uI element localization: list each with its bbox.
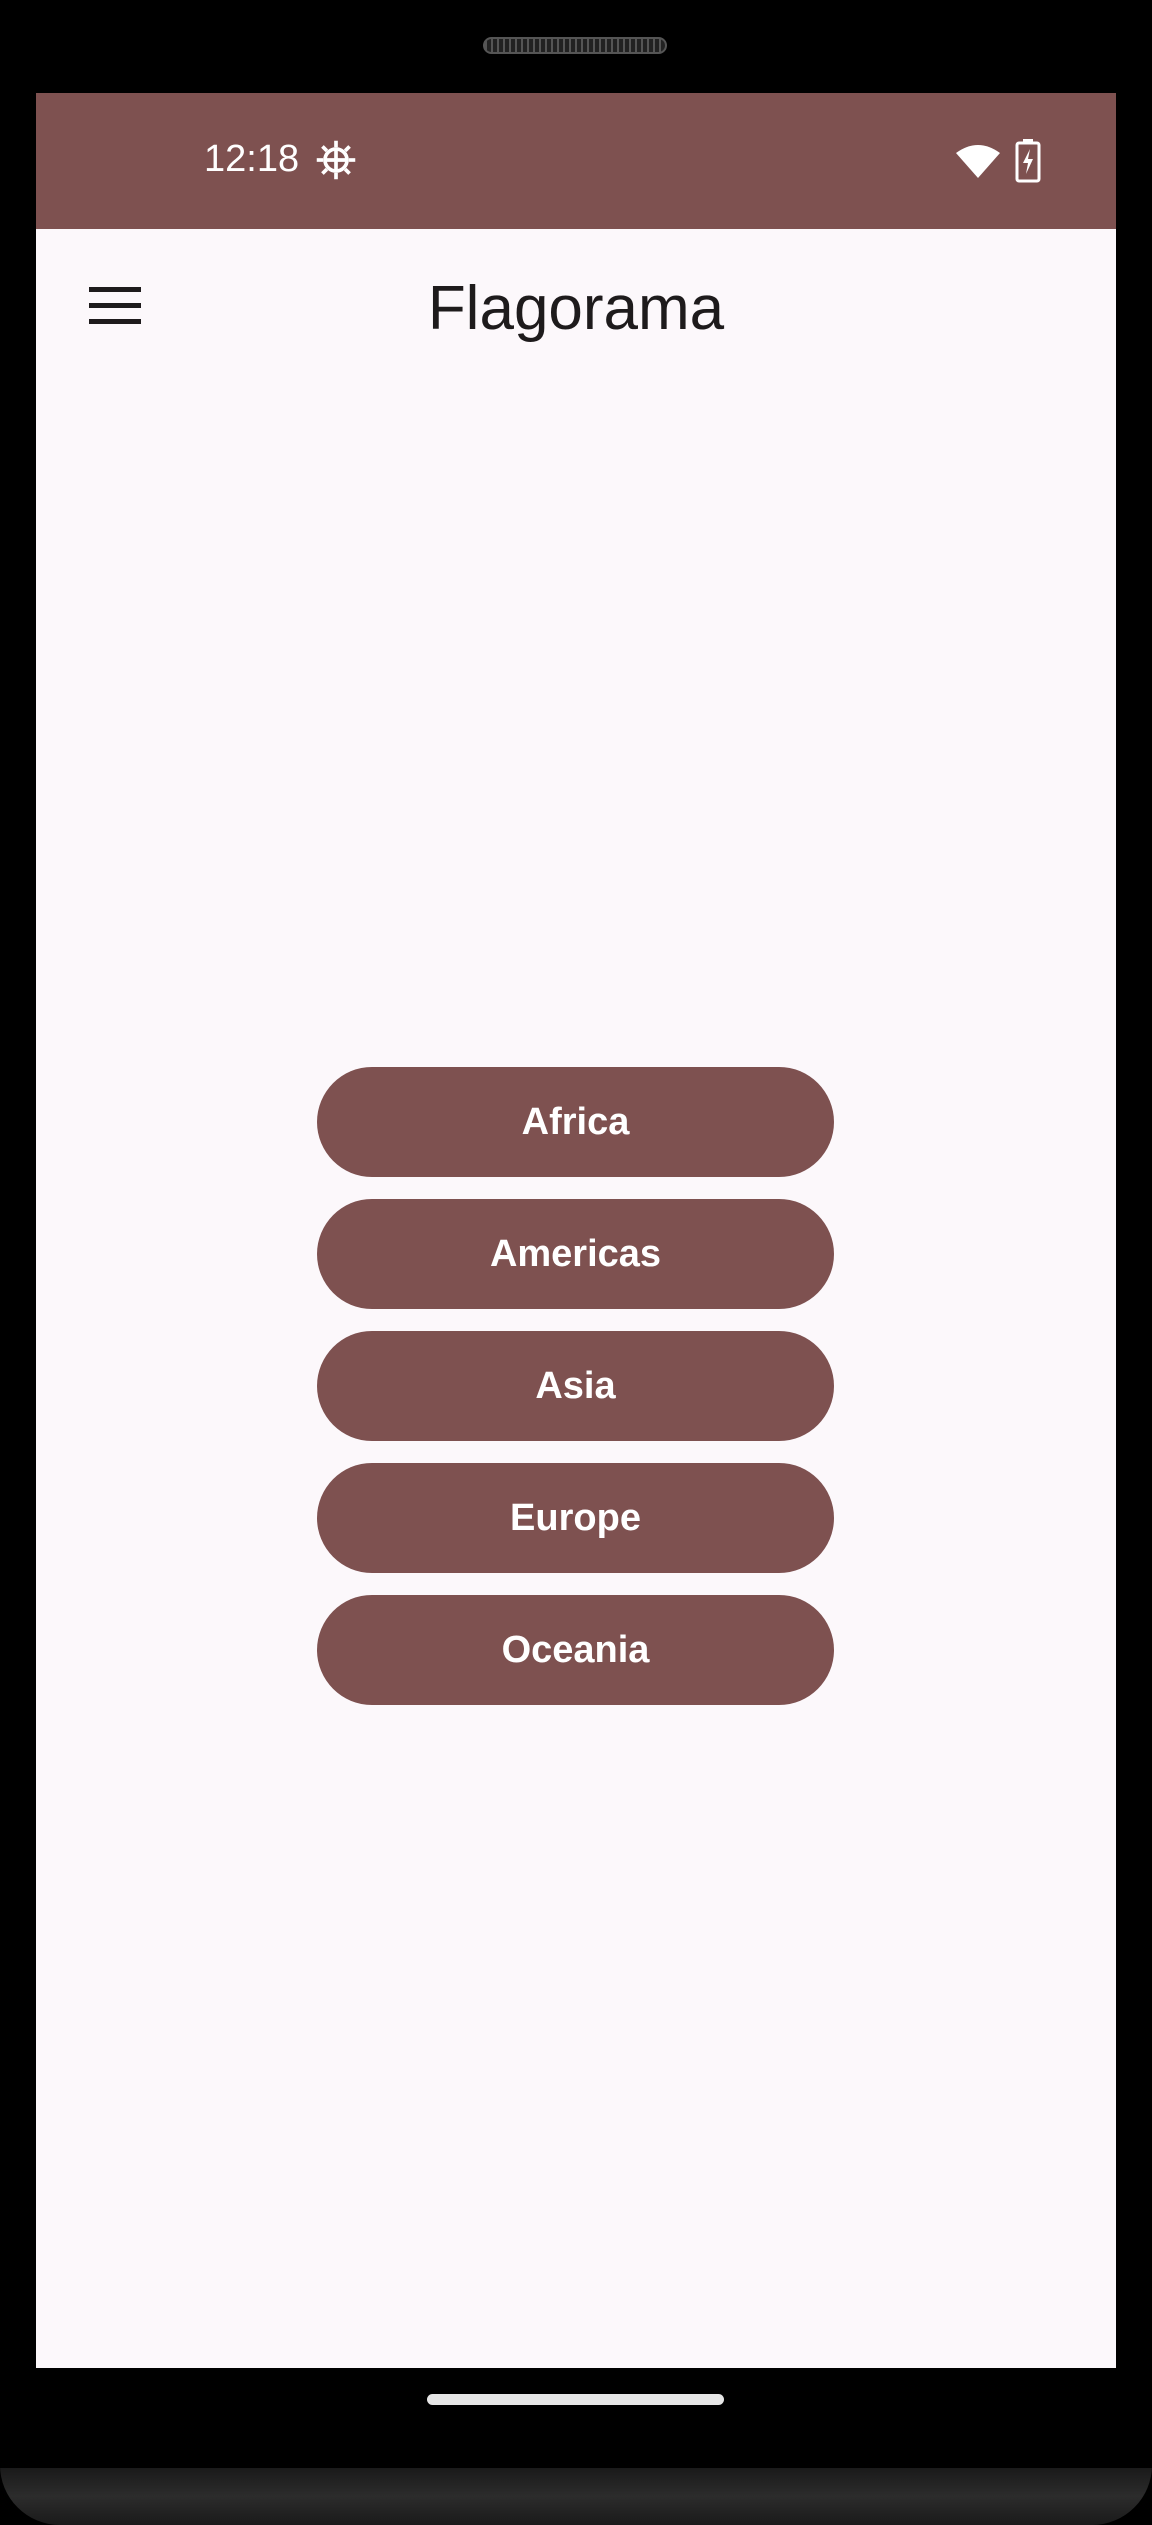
region-button-list: Africa Americas Asia Europe Oceania xyxy=(317,1067,834,1727)
top-app-bar: Flagorama xyxy=(36,229,1116,409)
wifi-icon xyxy=(956,145,1000,178)
europe-button[interactable]: Europe xyxy=(317,1463,834,1573)
home-gesture-bar[interactable] xyxy=(427,2394,724,2405)
africa-button[interactable]: Africa xyxy=(317,1067,834,1177)
device-bottom-bezel xyxy=(0,2468,1152,2525)
earpiece-speaker xyxy=(483,37,667,54)
americas-button[interactable]: Americas xyxy=(317,1199,834,1309)
oceania-button[interactable]: Oceania xyxy=(317,1595,834,1705)
asia-button[interactable]: Asia xyxy=(317,1331,834,1441)
status-time: 12:18 xyxy=(204,138,300,180)
battery-charging-icon xyxy=(1015,139,1041,183)
settings-gear-icon xyxy=(316,140,356,180)
status-bar: 12:18 xyxy=(36,93,1116,229)
app-title: Flagorama xyxy=(427,274,725,343)
device-frame: 12:18 Flagorama Africa Americas Asia Eur… xyxy=(0,0,1152,2525)
app-screen: 12:18 Flagorama Africa Americas Asia Eur… xyxy=(36,93,1116,2368)
